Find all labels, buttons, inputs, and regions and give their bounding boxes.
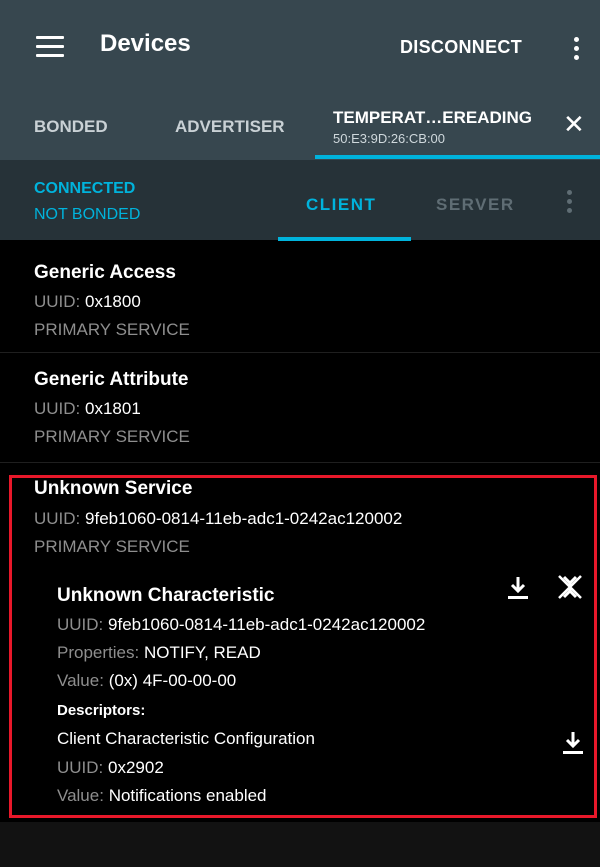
characteristic-name[interactable]: Unknown Characteristic <box>57 585 275 607</box>
overflow-menu-icon[interactable] <box>574 37 580 64</box>
descriptor-value: Value: Notifications enabled <box>57 786 267 805</box>
tab-connected-device[interactable]: TEMPERAT…EREADING <box>333 108 532 128</box>
service-uuid: UUID: 0x1801 <box>34 399 141 418</box>
descriptor-name[interactable]: Client Characteristic Configuration <box>57 729 315 749</box>
descriptors-heading: Descriptors: <box>57 702 146 719</box>
service-uuid: UUID: 0x1800 <box>34 292 141 311</box>
service-name[interactable]: Unknown Service <box>34 478 192 500</box>
device-tab-indicator <box>315 155 600 159</box>
service-uuid: UUID: 9feb1060-0814-11eb-adc1-0242ac1200… <box>34 509 403 528</box>
tab-bonded[interactable]: BONDED <box>34 117 108 137</box>
client-tab-indicator <box>278 237 411 241</box>
bottom-area <box>0 822 600 867</box>
descriptor-read-icon[interactable] <box>561 730 585 756</box>
tab-advertiser[interactable]: ADVERTISER <box>175 117 285 137</box>
service-type: PRIMARY SERVICE <box>34 537 190 556</box>
read-download-icon[interactable] <box>506 575 530 601</box>
service-type: PRIMARY SERVICE <box>34 427 190 446</box>
device-address: 50:E3:9D:26:CB:00 <box>333 131 446 146</box>
service-name[interactable]: Generic Attribute <box>34 369 189 391</box>
connection-state: CONNECTED <box>34 180 136 197</box>
characteristic-value: Value: (0x) 4F-00-00-00 <box>57 671 237 690</box>
service-name[interactable]: Generic Access <box>34 262 176 284</box>
tab-client[interactable]: CLIENT <box>306 195 376 215</box>
notifications-off-icon[interactable] <box>556 573 584 601</box>
divider <box>0 352 600 353</box>
connection-overflow-icon[interactable] <box>567 190 573 217</box>
service-type: PRIMARY SERVICE <box>34 320 190 339</box>
menu-icon[interactable] <box>36 36 64 58</box>
characteristic-uuid: UUID: 9feb1060-0814-11eb-adc1-0242ac1200… <box>57 615 426 634</box>
tab-server[interactable]: SERVER <box>436 195 515 215</box>
close-icon[interactable]: ✕ <box>563 111 585 137</box>
divider <box>0 462 600 463</box>
page-title: Devices <box>100 30 191 57</box>
disconnect-button[interactable]: DISCONNECT <box>400 37 522 58</box>
bond-state: NOT BONDED <box>34 206 141 223</box>
descriptor-uuid: UUID: 0x2902 <box>57 758 164 777</box>
characteristic-properties: Properties: NOTIFY, READ <box>57 643 261 662</box>
